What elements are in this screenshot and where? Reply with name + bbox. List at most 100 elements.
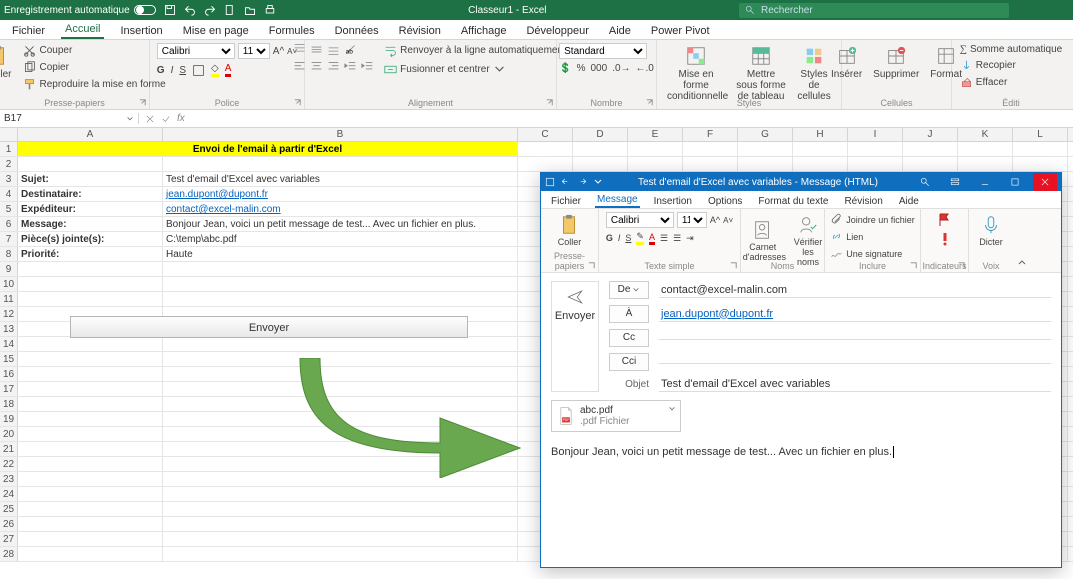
quickprint-icon[interactable] [264, 4, 276, 16]
cell[interactable] [18, 157, 163, 171]
row-header[interactable]: 14 [0, 337, 18, 351]
cell[interactable]: Destinataire: [18, 187, 163, 201]
cell[interactable]: jean.dupont@dupont.fr [163, 187, 518, 201]
cell[interactable] [683, 157, 738, 171]
cell[interactable]: Haute [163, 247, 518, 261]
row-header[interactable]: 12 [0, 307, 18, 321]
ol-underline-button[interactable]: S [625, 233, 631, 243]
row-header[interactable]: 2 [0, 157, 18, 171]
row-header[interactable]: 17 [0, 382, 18, 396]
row-header[interactable]: 23 [0, 472, 18, 486]
row-header[interactable]: 28 [0, 547, 18, 561]
cell[interactable] [18, 292, 163, 306]
cell[interactable] [18, 412, 163, 426]
cell[interactable] [163, 517, 518, 531]
ol-tab-review[interactable]: Révision [842, 195, 884, 208]
undo-icon[interactable] [184, 4, 196, 16]
ol-tab-file[interactable]: Fichier [549, 195, 583, 208]
ol-font-color-button[interactable]: A [649, 232, 655, 245]
cc-button[interactable]: Cc [609, 329, 649, 347]
cell[interactable] [163, 157, 518, 171]
underline-button[interactable]: S [179, 65, 186, 76]
cell[interactable] [683, 142, 738, 156]
cell[interactable] [903, 157, 958, 171]
column-header[interactable]: K [958, 128, 1013, 141]
tab-view[interactable]: Affichage [457, 23, 511, 39]
ol-bold-button[interactable]: G [606, 233, 613, 243]
cell[interactable] [738, 142, 793, 156]
cell[interactable] [518, 142, 573, 156]
subject-field[interactable]: Test d'email d'Excel avec variables [659, 377, 1051, 392]
cell[interactable] [958, 142, 1013, 156]
increase-decimal-button[interactable]: .0→ [612, 63, 630, 74]
cell[interactable] [18, 352, 163, 366]
column-header[interactable]: E [628, 128, 683, 141]
row-header[interactable]: 20 [0, 427, 18, 441]
fill-color-button[interactable]: ◇ [211, 63, 219, 77]
autosave-toggle[interactable] [134, 5, 156, 15]
percent-format-button[interactable]: % [577, 63, 586, 74]
row-header[interactable]: 24 [0, 487, 18, 501]
cell[interactable]: Pièce(s) jointe(s): [18, 232, 163, 246]
ol-paste-button[interactable]: Coller [554, 212, 586, 250]
ol-decrease-font-icon[interactable]: A˅ [723, 216, 733, 225]
bcc-button[interactable]: Cci [609, 353, 649, 371]
row-header[interactable]: 22 [0, 457, 18, 471]
open-icon[interactable] [244, 4, 256, 16]
attach-file-button[interactable]: Joindre un fichier [828, 212, 917, 227]
message-body[interactable]: Bonjour Jean, voici un petit message de … [551, 446, 1051, 458]
new-icon[interactable] [224, 4, 236, 16]
cell[interactable] [163, 532, 518, 546]
to-button[interactable]: À [609, 305, 649, 323]
column-header[interactable]: L [1013, 128, 1068, 141]
cell[interactable] [163, 547, 518, 561]
ol-increase-font-icon[interactable]: A^ [710, 215, 720, 225]
cell[interactable] [18, 547, 163, 561]
ol-tab-message[interactable]: Message [595, 193, 640, 208]
cell-link[interactable]: contact@excel-malin.com [166, 204, 281, 215]
format-as-table-button[interactable]: Mettre sous forme de tableau [732, 43, 790, 104]
to-field[interactable]: jean.dupont@dupont.fr [659, 307, 1051, 322]
ol-tags-dialog-launcher[interactable] [957, 261, 966, 270]
cell[interactable] [18, 517, 163, 531]
cell[interactable]: Sujet: [18, 172, 163, 186]
row-header[interactable]: 25 [0, 502, 18, 516]
row-header[interactable]: 11 [0, 292, 18, 306]
cut-button[interactable]: Couper [21, 43, 167, 58]
cell[interactable] [628, 142, 683, 156]
borders-button[interactable] [192, 64, 205, 77]
row-header[interactable]: 13 [0, 322, 18, 336]
attachment-chip[interactable]: PDF abc.pdf .pdf Fichier [551, 400, 681, 432]
row-header[interactable]: 5 [0, 202, 18, 216]
cell[interactable] [1013, 142, 1068, 156]
tab-layout[interactable]: Mise en page [179, 23, 253, 39]
ol-font-name[interactable]: Calibri [606, 212, 674, 228]
font-size-select[interactable]: 11 [238, 43, 270, 59]
cell[interactable]: Test d'email d'Excel avec variables [163, 172, 518, 186]
close-button[interactable] [1033, 173, 1057, 191]
cell[interactable] [848, 157, 903, 171]
number-dialog-launcher[interactable] [645, 98, 654, 107]
comma-format-button[interactable]: 000 [591, 63, 608, 74]
increase-indent-icon[interactable] [361, 60, 374, 73]
decrease-decimal-button[interactable]: ←.0 [636, 63, 654, 74]
row-header[interactable]: 3 [0, 172, 18, 186]
chevron-down-icon[interactable] [668, 405, 676, 413]
tab-developer[interactable]: Développeur [522, 23, 592, 39]
row-header[interactable]: 4 [0, 187, 18, 201]
redo-icon[interactable] [204, 4, 216, 16]
link-button[interactable]: Lien [828, 229, 917, 244]
cell[interactable] [18, 532, 163, 546]
maximize-button[interactable] [1003, 173, 1027, 191]
chevron-down-icon[interactable] [593, 177, 603, 187]
ol-font-dialog-launcher[interactable] [729, 261, 738, 270]
column-header[interactable]: D [573, 128, 628, 141]
cell[interactable] [573, 142, 628, 156]
cell[interactable] [163, 337, 518, 351]
row-header[interactable]: 18 [0, 397, 18, 411]
cell[interactable]: C:\temp\abc.pdf [163, 232, 518, 246]
ol-clipboard-dialog-launcher[interactable] [587, 261, 596, 270]
tab-review[interactable]: Révision [395, 23, 445, 39]
outlook-save-icon[interactable] [545, 177, 555, 187]
cell[interactable] [793, 142, 848, 156]
